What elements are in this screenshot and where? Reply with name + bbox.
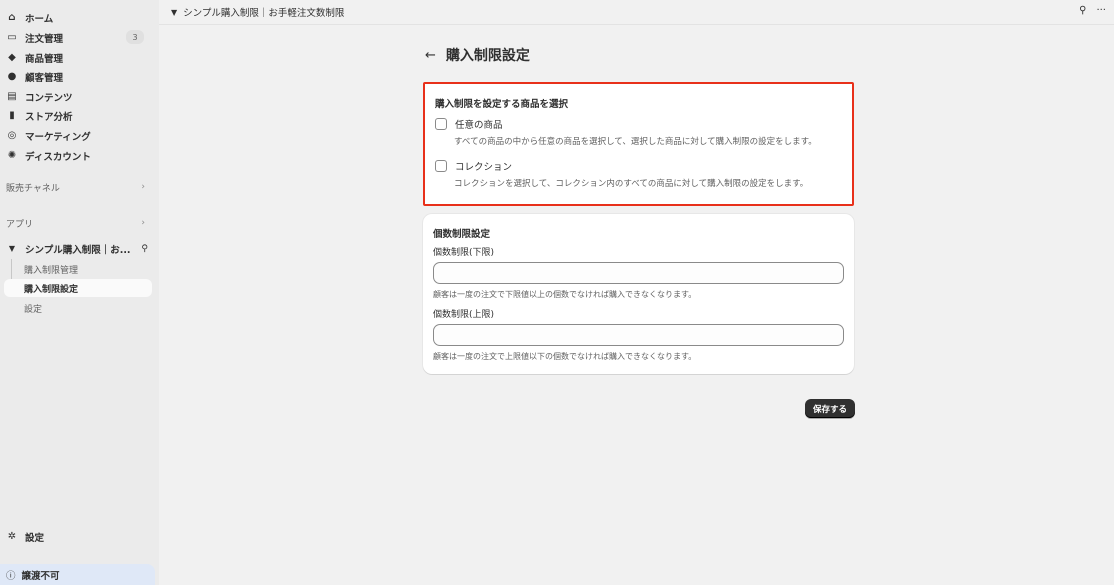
cart-icon: ▼ (171, 7, 178, 17)
sidebar-item-marketing[interactable]: ◎ マーケティング (0, 126, 152, 145)
info-icon: ⓘ (6, 570, 16, 582)
home-icon: ⌂ (8, 12, 16, 23)
sidebar-item-label: シンプル購入制限｜お... (25, 244, 131, 256)
sidebar-item-content[interactable]: ▤ コンテンツ (0, 87, 152, 106)
save-button[interactable]: 保存する (805, 399, 855, 418)
sidebar-item-label: マーケティング (25, 131, 91, 143)
option-label: コレクション (455, 162, 513, 173)
option-help: すべての商品の中から任意の商品を選択して、選択した商品に対して購入制限の設定をし… (454, 137, 817, 147)
option-label: 任意の商品 (455, 120, 503, 131)
sidebar-item-label: 商品管理 (25, 53, 64, 65)
sidebar-item-label: ディスカウント (25, 151, 91, 163)
chevron-right-icon[interactable]: › (141, 182, 145, 192)
gear-icon: ✲ (7, 531, 17, 542)
tag-icon: ◆ (8, 52, 16, 63)
min-quantity-label: 個数制限(下限) (433, 248, 495, 258)
discount-icon: ✺ (7, 150, 17, 161)
max-quantity-label: 個数制限(上限) (433, 310, 495, 320)
app-title: ▼ シンプル購入制限｜お手軽注文数制限 (171, 5, 345, 20)
sidebar-subitem-manage[interactable]: 購入制限管理 (4, 260, 152, 278)
sidebar-item-label: 設定 (25, 532, 45, 544)
chevron-right-icon[interactable]: › (141, 218, 145, 228)
inbox-icon: ▭ (7, 32, 17, 43)
product-select-card: 購入制限を設定する商品を選択 任意の商品 すべての商品の中から任意の商品を選択し… (423, 82, 854, 206)
any-product-checkbox[interactable] (435, 118, 447, 130)
sidebar-item-label: コンテンツ (25, 92, 73, 104)
sales-channels-heading[interactable]: 販売チャネル (6, 181, 60, 194)
option-help: コレクションを選択して、コレクション内のすべての商品に対して購入制限の設定をしま… (454, 179, 809, 189)
sidebar-item-label: ホーム (25, 13, 54, 25)
orders-count-badge: 3 (126, 30, 144, 44)
quantity-limit-card: 個数制限設定 個数制限(下限) 顧客は一度の注文で下限値以上の個数でなければ購入… (423, 214, 854, 374)
sidebar-item-settings[interactable]: ✲ 設定 (0, 527, 152, 546)
sidebar-subitem-general[interactable]: 設定 (4, 299, 152, 317)
app-topbar: ▼ シンプル購入制限｜お手軽注文数制限 ⚲ ··· (159, 0, 1114, 25)
sidebar-item-label: 注文管理 (25, 33, 64, 45)
sidebar-item-label: 顧客管理 (25, 72, 64, 84)
pin-icon[interactable]: ⚲ (141, 244, 148, 254)
banner-label: 譲渡不可 (21, 570, 60, 582)
card-title: 購入制限を設定する商品を選択 (435, 99, 569, 110)
sidebar-item-products[interactable]: ◆ 商品管理 (0, 48, 152, 67)
sidebar-item-customers[interactable]: ● 顧客管理 (0, 67, 152, 86)
sidebar-item-home[interactable]: ⌂ ホーム (0, 8, 152, 27)
sidebar-subitem-settings-active[interactable]: 購入制限設定 (4, 279, 152, 297)
sidebar-item-label: ストア分析 (25, 111, 73, 123)
page-title: 購入制限設定 (445, 48, 530, 64)
person-icon: ● (7, 71, 17, 82)
sidebar-item-orders[interactable]: ▭ 注文管理 3 (0, 28, 152, 47)
page-header: ← 購入制限設定 (425, 45, 530, 65)
sidebar-item-app[interactable]: ▼ シンプル購入制限｜お... ⚲ (0, 239, 152, 258)
sidebar-item-analytics[interactable]: ▮ ストア分析 (0, 106, 152, 125)
cart-icon: ▼ (8, 244, 16, 253)
app-title-text: シンプル購入制限｜お手軽注文数制限 (183, 8, 345, 19)
back-arrow-icon[interactable]: ← (425, 48, 436, 63)
min-quantity-help: 顧客は一度の注文で下限値以上の個数でなければ購入できなくなります。 (433, 290, 697, 299)
card-title: 個数制限設定 (433, 229, 491, 240)
target-icon: ◎ (7, 130, 17, 141)
option-collection[interactable]: コレクション (435, 159, 512, 173)
min-quantity-input[interactable] (433, 262, 844, 284)
non-transferable-banner[interactable]: ⓘ 譲渡不可 (0, 564, 155, 585)
max-quantity-input[interactable] (433, 324, 844, 346)
collection-checkbox[interactable] (435, 160, 447, 172)
topbar-actions: ⚲ ··· (1079, 5, 1106, 16)
max-quantity-help: 顧客は一度の注文で上限値以下の個数でなければ購入できなくなります。 (433, 352, 697, 361)
content-icon: ▤ (7, 91, 17, 102)
apps-heading[interactable]: アプリ (6, 217, 33, 230)
bar-chart-icon: ▮ (9, 110, 15, 121)
more-icon[interactable]: ··· (1096, 5, 1106, 16)
sidebar-item-discounts[interactable]: ✺ ディスカウント (0, 146, 152, 165)
sidebar: ⌂ ホーム ▭ 注文管理 3 ◆ 商品管理 ● 顧客管理 ▤ コンテンツ ▮ ス… (0, 0, 159, 585)
option-any-product[interactable]: 任意の商品 (435, 117, 503, 131)
pin-icon[interactable]: ⚲ (1079, 5, 1086, 16)
